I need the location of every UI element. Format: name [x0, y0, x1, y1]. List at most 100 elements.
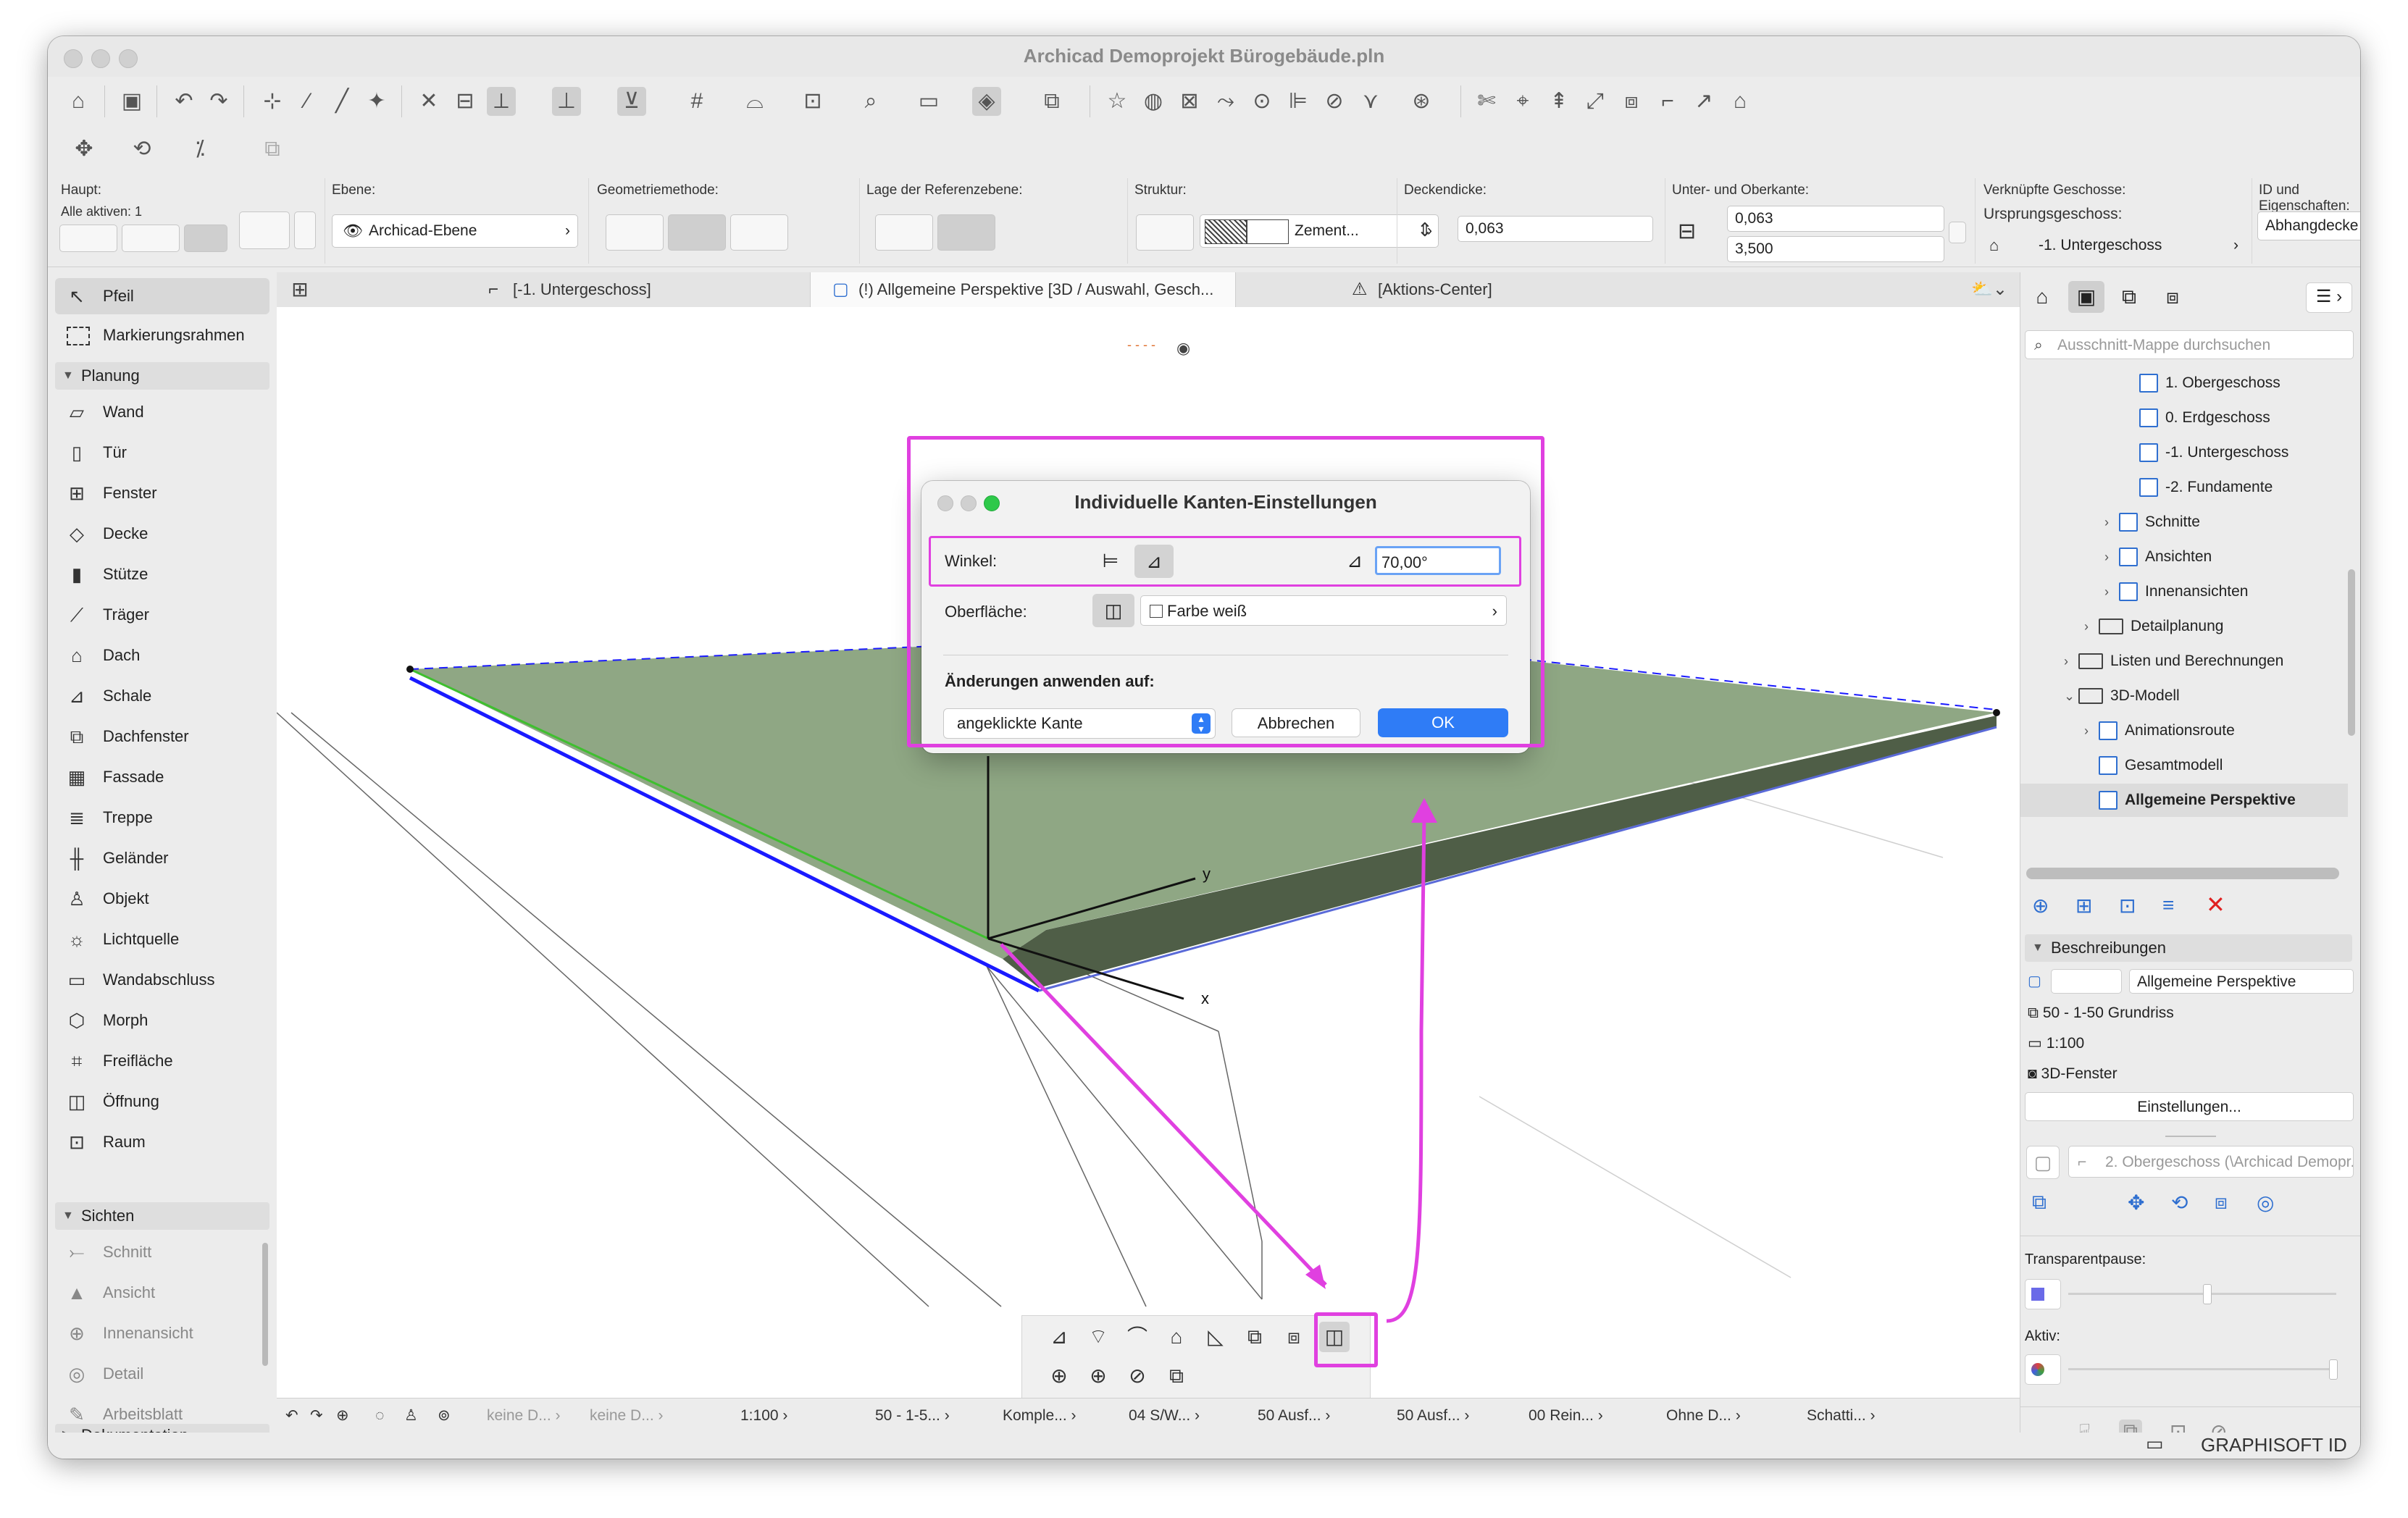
oberkante-input[interactable]: 3,500: [1727, 236, 1944, 262]
delete-icon[interactable]: ✕: [2206, 891, 2225, 918]
display-order-icon[interactable]: ▭: [914, 87, 943, 116]
ebene-field[interactable]: 👁 Archicad-Ebene ›: [332, 214, 578, 248]
ursprung-field[interactable]: ⌂ -1. Untergeschoss ›: [1983, 232, 2244, 261]
favorites-icon[interactable]: ☆: [1103, 87, 1132, 116]
tool-schale[interactable]: ⊿ Schale: [55, 678, 269, 714]
orbit-icon[interactable]: ◌: [375, 1399, 384, 1433]
tool-öffnung[interactable]: ◫ Öffnung: [55, 1083, 269, 1120]
publish-icon[interactable]: ⊠: [1175, 87, 1204, 116]
tab-overview-icon[interactable]: ⊞: [285, 277, 314, 303]
structure-type-button[interactable]: [1136, 214, 1194, 251]
teamwork-icon[interactable]: ⤳: [1211, 87, 1240, 116]
tool-markierungsrahmen[interactable]: Markierungsrahmen: [55, 317, 269, 353]
rotate-filter-button[interactable]: [184, 225, 227, 252]
tool-träger[interactable]: ⟋ Träger: [55, 597, 269, 633]
aktiv-color-swatch[interactable]: [2025, 1354, 2061, 1385]
split-icon[interactable]: ✄: [1472, 87, 1501, 116]
walk-icon[interactable]: ♙: [404, 1399, 418, 1433]
status-item[interactable]: 50 Ausf... ›: [1397, 1399, 1469, 1433]
coordinate-icon[interactable]: ⊻: [617, 87, 646, 116]
transparent-slider[interactable]: [2068, 1284, 2336, 1304]
elevation-chevron[interactable]: [1949, 222, 1966, 243]
id-input[interactable]: Abhangdecke 1-014: [2257, 211, 2360, 240]
navigator-search-input[interactable]: ⌕ Ausschnitt-Mappe durchsuchen: [2025, 330, 2354, 359]
navigator-menu-icon[interactable]: ☰ ›: [2306, 282, 2352, 313]
selection-filter-button[interactable]: [59, 225, 117, 252]
status-item[interactable]: 04 S/W... ›: [1129, 1399, 1200, 1433]
tab-perspektive[interactable]: ▢ (!) Allgemeine Perspektive [3D / Auswa…: [810, 272, 1236, 307]
struktur-field[interactable]: Zement... ›: [1200, 214, 1439, 248]
tool-detail[interactable]: ◎ Detail: [55, 1356, 269, 1392]
adjust-icon[interactable]: ⌖: [1508, 87, 1537, 116]
zoom-in-icon[interactable]: ⊕: [336, 1399, 349, 1433]
roof-icon[interactable]: ⌂: [1726, 87, 1755, 116]
renovation-icon[interactable]: ⋎: [1356, 87, 1385, 116]
fit-window-icon[interactable]: ⊚: [438, 1399, 451, 1433]
tree-item[interactable]: › Schnitte: [2020, 506, 2348, 539]
slab-settings-button[interactable]: [239, 211, 290, 249]
edge-tool-4-icon[interactable]: ⌂: [1161, 1322, 1192, 1352]
lock-icon[interactable]: ⌕: [856, 87, 885, 116]
tree-item[interactable]: › Innenansichten: [2020, 575, 2348, 608]
snap-guides-icon[interactable]: ⊥: [552, 87, 581, 116]
disclosure-chevron-icon[interactable]: ›: [2104, 540, 2119, 574]
graphisoft-id[interactable]: GRAPHISOFT ID: [2201, 1434, 2347, 1456]
attributes-icon[interactable]: ⊘: [1320, 87, 1349, 116]
tree-item[interactable]: 0. Erdgeschoss: [2020, 401, 2348, 435]
grid-icon[interactable]: #: [682, 87, 711, 116]
reference-bottom-button[interactable]: [937, 214, 995, 251]
project-map-icon[interactable]: ⌂: [2026, 282, 2058, 311]
edge-tool-3-icon[interactable]: ⌒: [1122, 1322, 1153, 1352]
disclosure-chevron-icon[interactable]: ›: [2084, 610, 2099, 643]
edge-tool-1-icon[interactable]: ⊿: [1044, 1322, 1074, 1352]
edge-tool-10-icon[interactable]: ⊘: [1122, 1361, 1153, 1391]
show-reference-icon[interactable]: ⧉: [2032, 1191, 2047, 1215]
beschreibungen-header[interactable]: ▼ Beschreibungen: [2025, 934, 2352, 962]
group-icon[interactable]: ⊡: [798, 87, 827, 116]
slab-settings-chevron[interactable]: [294, 211, 316, 249]
tool-innenansicht[interactable]: ⊕ Innenansicht: [55, 1315, 269, 1351]
view-name-input[interactable]: Allgemeine Perspektive: [2129, 969, 2354, 994]
disclosure-chevron-icon[interactable]: ›: [2064, 645, 2078, 678]
group-planung[interactable]: ▼ Planung: [55, 362, 269, 390]
unterkante-input[interactable]: 0,063: [1727, 206, 1944, 232]
tree-item[interactable]: 1. Obergeschoss: [2020, 366, 2348, 400]
tool-raum[interactable]: ⊡ Raum: [55, 1124, 269, 1160]
marquee-filter-button[interactable]: [122, 225, 180, 252]
dimension-icon[interactable]: ⊟: [451, 87, 480, 116]
tree-vscrollbar[interactable]: [2348, 569, 2355, 736]
new-view-icon[interactable]: ⊕: [2032, 894, 2049, 918]
3d-cutaway-icon[interactable]: ◈: [972, 87, 1001, 116]
view-map-icon[interactable]: ▣: [2068, 281, 2104, 313]
geometry-rectangular-button[interactable]: [668, 214, 726, 251]
tool-pfeil[interactable]: ↖ Pfeil: [55, 278, 269, 314]
tool-objekt[interactable]: ♙ Objekt: [55, 881, 269, 917]
edge-tool-9-icon[interactable]: ⊕: [1083, 1361, 1113, 1391]
disclosure-chevron-icon[interactable]: ›: [2104, 506, 2119, 539]
magic-wand-icon[interactable]: ✦: [362, 87, 391, 116]
edge-tool-8-icon[interactable]: ⊕: [1044, 1361, 1074, 1391]
tree-item[interactable]: Allgemeine Perspektive: [2020, 784, 2348, 817]
group-sichten[interactable]: ▼ Sichten: [55, 1202, 269, 1230]
tree-item[interactable]: -1. Untergeschoss: [2020, 436, 2348, 469]
tool-wandabschluss[interactable]: ▭ Wandabschluss: [55, 962, 269, 998]
einstellungen-button[interactable]: Einstellungen...: [2025, 1092, 2354, 1121]
view-options-icon[interactable]: ⛅⌄: [1968, 277, 2011, 303]
edge-tool-5-icon[interactable]: ◺: [1200, 1322, 1231, 1352]
geometry-rotated-button[interactable]: [730, 214, 788, 251]
aktiv-slider-thumb[interactable]: [2329, 1359, 2338, 1380]
resize-icon[interactable]: ⤢: [1581, 87, 1610, 116]
transparent-slider-thumb[interactable]: [2203, 1284, 2212, 1304]
status-item[interactable]: 50 Ausf... ›: [1258, 1399, 1330, 1433]
disclosure-chevron-icon[interactable]: ›: [2084, 714, 2099, 747]
status-item[interactable]: 00 Rein... ›: [1529, 1399, 1603, 1433]
disclosure-chevron-icon[interactable]: ›: [2104, 575, 2119, 608]
elevate-icon[interactable]: ⇞: [1544, 87, 1573, 116]
syringe-icon[interactable]: ╱: [327, 87, 356, 116]
deckendicke-input[interactable]: 0,063: [1458, 216, 1653, 242]
status-item[interactable]: keine D... ›: [590, 1399, 664, 1433]
curve-icon[interactable]: ↗: [1689, 87, 1718, 116]
fillet-icon[interactable]: ⌐: [1653, 87, 1682, 116]
tool-fenster[interactable]: ⊞ Fenster: [55, 475, 269, 511]
geometry-basic-button[interactable]: [606, 214, 664, 251]
